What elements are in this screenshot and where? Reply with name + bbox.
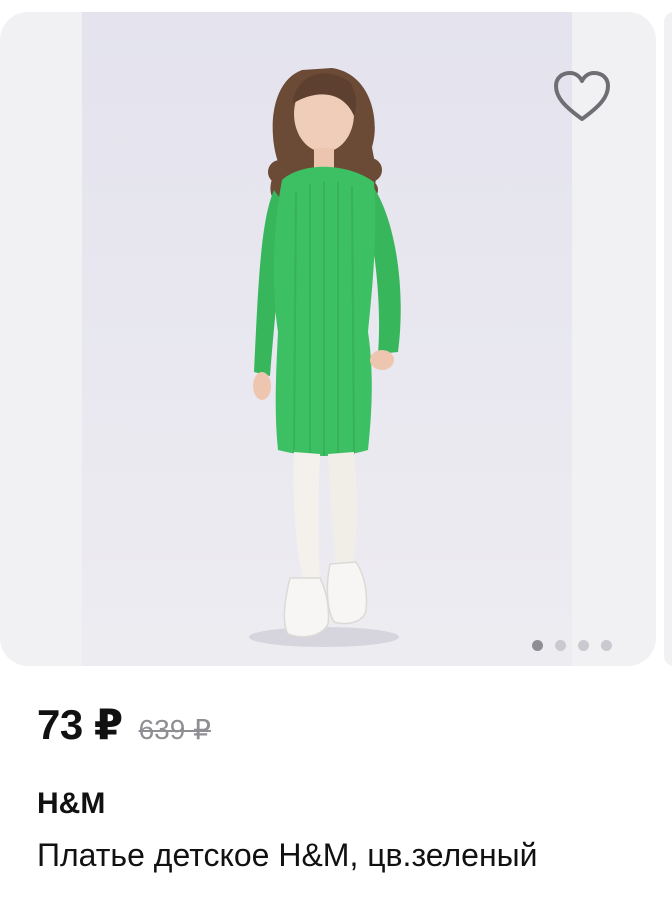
product-photo[interactable] xyxy=(82,12,572,666)
price-row: 73 ₽ 639 ₽ xyxy=(37,700,652,749)
product-title[interactable]: Платье детское H&M, цв.зеленый xyxy=(37,833,557,877)
current-price: 73 ₽ xyxy=(37,701,123,748)
heart-icon xyxy=(554,71,610,121)
gallery-dot-4[interactable] xyxy=(601,640,612,651)
old-price: 639 ₽ xyxy=(138,714,211,745)
product-info: 73 ₽ 639 ₽ H&M Платье детское H&M, цв.зе… xyxy=(37,700,652,877)
brand-name[interactable]: H&M xyxy=(37,787,652,821)
favorite-button[interactable] xyxy=(548,62,616,130)
girl-in-green-dress-illustration xyxy=(249,68,401,647)
product-card[interactable]: 73 ₽ 639 ₽ H&M Платье детское H&M, цв.зе… xyxy=(0,0,672,923)
product-gallery[interactable] xyxy=(0,12,656,666)
gallery-pagination xyxy=(532,640,612,651)
gallery-dot-3[interactable] xyxy=(578,640,589,651)
next-product-card-edge[interactable] xyxy=(664,12,672,666)
gallery-dot-1[interactable] xyxy=(532,640,543,651)
gallery-dot-2[interactable] xyxy=(555,640,566,651)
